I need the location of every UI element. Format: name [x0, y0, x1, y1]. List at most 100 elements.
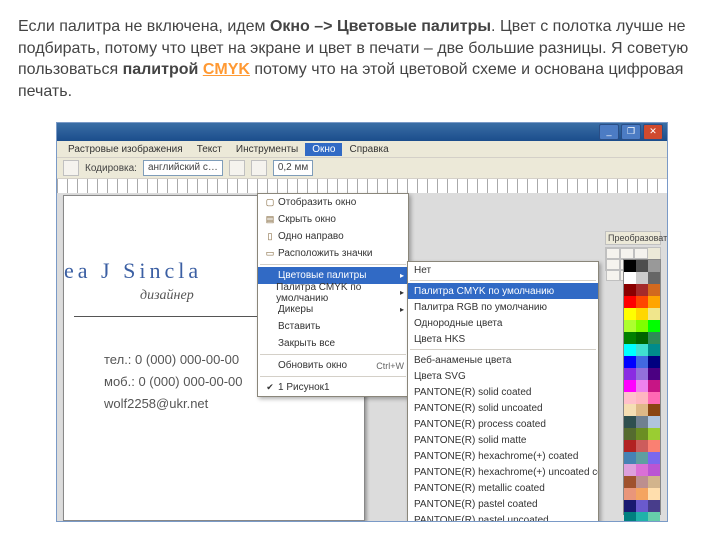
color-swatch[interactable] — [636, 356, 648, 368]
color-swatch[interactable] — [648, 392, 660, 404]
color-swatch[interactable] — [636, 320, 648, 332]
color-swatch[interactable] — [636, 416, 648, 428]
menu-item[interactable]: ▯Одно направо — [258, 228, 408, 245]
palette-menu-item[interactable]: Цвета SVG — [408, 368, 598, 384]
color-swatch[interactable] — [648, 272, 660, 284]
color-swatch[interactable] — [636, 440, 648, 452]
color-swatch[interactable] — [636, 500, 648, 512]
color-swatch[interactable] — [636, 392, 648, 404]
menu-item[interactable]: Растровые изображения — [61, 143, 190, 156]
palette-menu-item[interactable]: PANTONE(R) pastel coated — [408, 496, 598, 512]
color-swatch[interactable] — [636, 428, 648, 440]
color-swatch[interactable] — [636, 272, 648, 284]
palette-menu-item[interactable]: Палитра CMYK по умолчанию — [408, 283, 598, 299]
color-swatch[interactable] — [624, 332, 636, 344]
color-swatch[interactable] — [636, 512, 648, 522]
color-swatch[interactable] — [648, 344, 660, 356]
encoding-select[interactable]: английский с… — [143, 160, 223, 176]
palette-menu-item[interactable]: PANTONE(R) process coated — [408, 416, 598, 432]
color-swatch[interactable] — [624, 416, 636, 428]
color-swatch[interactable] — [648, 440, 660, 452]
color-swatch[interactable] — [648, 368, 660, 380]
palette-menu-item[interactable]: Веб-анаменые цвета — [408, 352, 598, 368]
color-swatch[interactable] — [648, 284, 660, 296]
menu-item[interactable]: Дикеры▸ — [258, 301, 408, 318]
color-swatch[interactable] — [636, 296, 648, 308]
color-swatch[interactable] — [624, 260, 636, 272]
palette-menu-item[interactable]: Нет — [408, 262, 598, 278]
palette-menu-item[interactable]: PANTONE(R) metallic coated — [408, 480, 598, 496]
palette-menu-item[interactable]: PANTONE(R) hexachrome(+) uncoated color — [408, 464, 598, 480]
color-swatch[interactable] — [624, 296, 636, 308]
color-swatch[interactable] — [624, 356, 636, 368]
color-swatch[interactable] — [636, 308, 648, 320]
color-swatch[interactable] — [648, 260, 660, 272]
color-swatch[interactable] — [624, 476, 636, 488]
color-swatch[interactable] — [624, 344, 636, 356]
menu-item[interactable]: Вставить — [258, 318, 408, 335]
color-swatch[interactable] — [624, 500, 636, 512]
color-swatch[interactable] — [636, 284, 648, 296]
tool-icon[interactable] — [620, 248, 634, 259]
color-swatch[interactable] — [636, 476, 648, 488]
color-swatch[interactable] — [648, 320, 660, 332]
palette-menu-item[interactable]: PANTONE(R) solid uncoated — [408, 400, 598, 416]
menu-item[interactable]: Инструменты — [229, 143, 305, 156]
color-swatch[interactable] — [624, 512, 636, 522]
color-swatch[interactable] — [648, 416, 660, 428]
color-swatch[interactable] — [648, 428, 660, 440]
color-swatch[interactable] — [624, 488, 636, 500]
tool-icon[interactable] — [63, 160, 79, 176]
menu-item[interactable]: Палитра СМYK по умолчанию▸ — [258, 284, 408, 301]
tool-icon[interactable] — [634, 248, 648, 259]
tool-icon[interactable] — [606, 248, 620, 259]
palette-menu-item[interactable]: Однородные цвета — [408, 315, 598, 331]
color-swatch[interactable] — [648, 488, 660, 500]
color-swatch[interactable] — [648, 296, 660, 308]
color-swatch[interactable] — [624, 440, 636, 452]
palette-menu-item[interactable]: PANTONE(R) solid matte — [408, 432, 598, 448]
palette-menu-item[interactable]: PANTONE(R) pastel uncoated — [408, 512, 598, 522]
color-swatch[interactable] — [624, 368, 636, 380]
palette-menu-item[interactable]: PANTONE(R) solid coated — [408, 384, 598, 400]
color-swatch[interactable] — [648, 452, 660, 464]
color-swatch[interactable] — [624, 464, 636, 476]
color-swatch[interactable] — [624, 392, 636, 404]
color-swatch[interactable] — [648, 380, 660, 392]
color-swatch[interactable] — [624, 308, 636, 320]
color-swatch[interactable] — [636, 488, 648, 500]
menu-item[interactable]: ▢Отобразить окно — [258, 194, 408, 211]
color-swatch[interactable] — [624, 428, 636, 440]
menu-item[interactable]: Справка — [342, 143, 395, 156]
window-menu-dropdown[interactable]: ▢Отобразить окно▤Скрыть окно▯Одно направ… — [257, 193, 409, 397]
menu-item[interactable]: ▤Скрыть окно — [258, 211, 408, 228]
tool-icon[interactable] — [229, 160, 245, 176]
color-swatch[interactable] — [624, 452, 636, 464]
palette-menu-item[interactable]: Палитра RGB по умолчанию — [408, 299, 598, 315]
color-swatch[interactable] — [624, 320, 636, 332]
color-swatch[interactable] — [636, 464, 648, 476]
palette-menu-item[interactable]: PANTONE(R) hexachrome(+) coated — [408, 448, 598, 464]
color-swatch[interactable] — [636, 452, 648, 464]
close-button[interactable]: ✕ — [643, 124, 663, 140]
color-swatch[interactable] — [636, 332, 648, 344]
menu-item[interactable]: Закрыть все — [258, 335, 408, 352]
color-swatch[interactable] — [648, 512, 660, 522]
tool-icon[interactable] — [606, 259, 620, 270]
color-swatch[interactable] — [624, 404, 636, 416]
palette-menu-item[interactable]: Цвета HKS — [408, 331, 598, 347]
color-swatch[interactable] — [648, 356, 660, 368]
menu-item[interactable]: Текст — [190, 143, 229, 156]
menu-item[interactable]: ✔1 Рисунок1 — [258, 379, 408, 396]
color-swatch[interactable] — [636, 344, 648, 356]
color-swatch[interactable] — [648, 500, 660, 512]
color-palettes-submenu[interactable]: Нет Палитра CMYK по умолчаниюПалитра RGB … — [407, 261, 599, 522]
color-swatch[interactable] — [636, 260, 648, 272]
color-swatch[interactable] — [636, 404, 648, 416]
menu-item[interactable]: Обновить окноCtrl+W — [258, 357, 408, 374]
color-swatch[interactable] — [648, 332, 660, 344]
maximize-button[interactable]: ❐ — [621, 124, 641, 140]
tool-icon[interactable] — [606, 270, 620, 281]
outline-width-select[interactable]: 0,2 мм — [273, 160, 313, 176]
color-swatch[interactable] — [636, 380, 648, 392]
